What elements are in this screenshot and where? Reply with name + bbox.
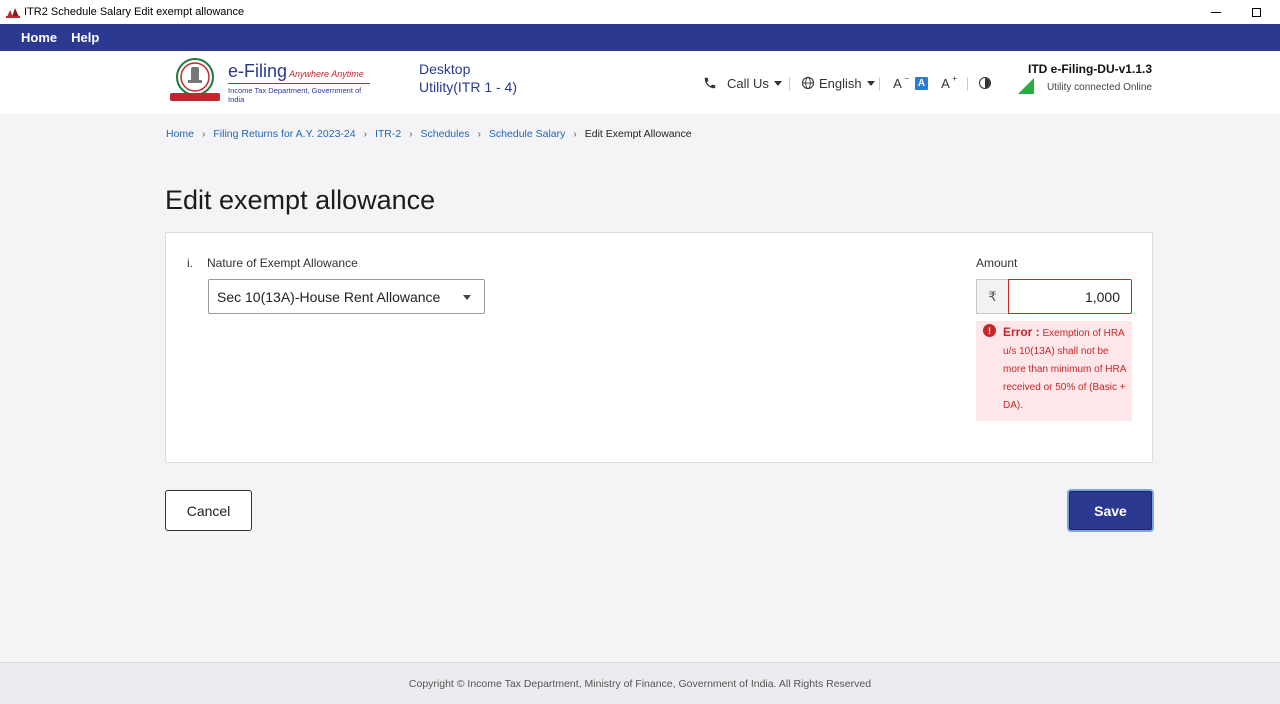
save-button[interactable]: Save	[1067, 489, 1154, 532]
chevron-down-icon	[773, 80, 782, 86]
version-label: ITD e-Filing-DU-v1.1.3	[1027, 62, 1152, 76]
call-us-dropdown[interactable]: Call Us	[703, 73, 782, 93]
connection-status: Utility connected Online	[1046, 82, 1152, 93]
window-titlebar: ITR2 Schedule Salary Edit exempt allowan…	[0, 0, 1280, 24]
language-label: English	[819, 75, 862, 91]
logo-subtitle: Income Tax Department, Government of Ind…	[228, 83, 370, 104]
chevron-right-icon: ›	[363, 128, 367, 140]
minimize-button[interactable]	[1196, 0, 1236, 24]
chevron-down-icon	[463, 295, 471, 300]
amount-label: Amount	[976, 256, 1018, 270]
language-dropdown[interactable]: English	[801, 73, 875, 93]
divider	[789, 77, 790, 91]
font-normal-button[interactable]: A	[915, 76, 928, 90]
nav-home-link[interactable]: Home	[21, 30, 57, 45]
nav-help-link[interactable]: Help	[71, 30, 99, 45]
chevron-right-icon: ›	[573, 128, 577, 140]
breadcrumb-filing-returns[interactable]: Filing Returns for A.Y. 2023-24	[213, 128, 355, 140]
nature-label: Nature of Exempt Allowance	[207, 256, 358, 270]
version-info: ITD e-Filing-DU-v1.1.3 Utility connected…	[1028, 62, 1152, 93]
font-decrease-button[interactable]: A −	[890, 74, 909, 91]
logo-tagline: Anywhere Anytime	[289, 69, 364, 79]
breadcrumb-itr2[interactable]: ITR-2	[375, 128, 401, 140]
row-index: i.	[187, 256, 193, 270]
site-header: e-Filing Anywhere Anytime Income Tax Depa…	[0, 51, 1280, 114]
contrast-icon[interactable]	[979, 77, 991, 89]
nature-select[interactable]: Sec 10(13A)-House Rent Allowance	[208, 279, 485, 314]
window-title: ITR2 Schedule Salary Edit exempt allowan…	[24, 6, 245, 18]
error-icon: !	[983, 324, 996, 337]
page-title: Edit exempt allowance	[165, 185, 436, 215]
amount-field: ₹	[976, 279, 1132, 314]
breadcrumb-schedules[interactable]: Schedules	[421, 128, 470, 140]
error-message-box: ! Error : Exemption of HRA u/s 10(13A) s…	[976, 321, 1132, 421]
cancel-button[interactable]: Cancel	[165, 490, 252, 531]
chevron-right-icon: ›	[202, 128, 206, 140]
minimize-icon	[1211, 11, 1221, 13]
divider	[967, 77, 968, 91]
font-size-controls: A − A A +	[890, 73, 957, 93]
font-increase-button[interactable]: A +	[938, 74, 957, 91]
maximize-button[interactable]	[1236, 0, 1276, 24]
desktop-utility-label: Desktop Utility(ITR 1 - 4)	[419, 61, 517, 95]
top-navbar: Home Help	[0, 24, 1280, 51]
divider	[879, 77, 880, 91]
efiling-logo[interactable]: e-Filing Anywhere Anytime Income Tax Depa…	[166, 57, 372, 104]
maximize-icon	[1251, 7, 1261, 17]
breadcrumb-schedule-salary[interactable]: Schedule Salary	[489, 128, 565, 140]
logo-main-text: e-Filing	[228, 61, 288, 81]
breadcrumb-home[interactable]: Home	[166, 128, 194, 140]
call-us-label: Call Us	[727, 75, 769, 91]
error-prefix: Error :	[1003, 325, 1040, 339]
breadcrumb-current: Edit Exempt Allowance	[584, 128, 692, 140]
exempt-allowance-card: i. Nature of Exempt Allowance Sec 10(13A…	[165, 232, 1153, 463]
chevron-down-icon	[866, 80, 875, 86]
globe-icon	[801, 76, 815, 90]
nature-selected-value: Sec 10(13A)-House Rent Allowance	[217, 288, 441, 305]
emblem-icon	[170, 58, 220, 101]
error-text: Exemption of HRA u/s 10(13A) shall not b…	[1003, 328, 1126, 411]
footer: Copyright © Income Tax Department, Minis…	[0, 662, 1280, 704]
phone-icon	[704, 77, 716, 89]
app-logo-icon	[6, 6, 20, 18]
chevron-right-icon: ›	[409, 128, 413, 140]
chevron-right-icon: ›	[477, 128, 481, 140]
copyright-text: Copyright © Income Tax Department, Minis…	[408, 677, 872, 690]
rupee-icon: ₹	[976, 279, 1008, 314]
amount-input[interactable]	[1008, 279, 1132, 314]
breadcrumb: Home › Filing Returns for A.Y. 2023-24 ›…	[166, 128, 692, 140]
